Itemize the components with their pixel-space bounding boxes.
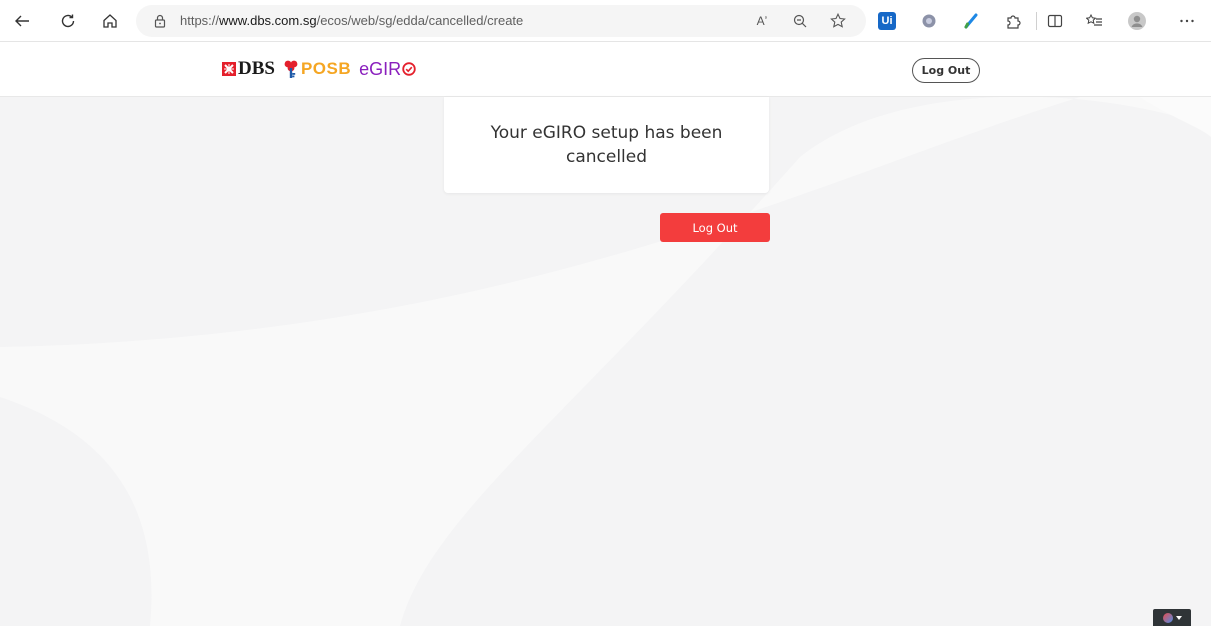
ui-extension-icon[interactable]: Ui: [878, 12, 896, 30]
logout-button[interactable]: Log Out: [660, 213, 770, 242]
home-icon[interactable]: [98, 9, 122, 33]
brand-posb: POSB: [300, 59, 352, 78]
site-header: DBS POSB eGIR Log Out: [0, 42, 1211, 97]
reload-icon[interactable]: [56, 9, 80, 33]
toolbar-divider: [1036, 12, 1037, 30]
url-path: /ecos/web/sg/edda/cancelled/create: [316, 13, 524, 28]
address-bar[interactable]: https://www.dbs.com.sg/ecos/web/sg/edda/…: [136, 5, 866, 37]
brand-dbs: DBS: [238, 58, 275, 79]
header-logout-button[interactable]: Log Out: [912, 58, 980, 83]
globe-icon: [1162, 612, 1173, 623]
puzzle-extension-icon[interactable]: [1002, 10, 1024, 32]
caret-down-icon: [1175, 615, 1182, 620]
url-host: www.dbs.com.sg: [219, 13, 317, 28]
url-prefix: https://: [180, 13, 220, 28]
zoom-icon[interactable]: [790, 11, 810, 31]
me-extension-icon[interactable]: [918, 10, 940, 32]
back-icon[interactable]: [10, 9, 34, 33]
browser-toolbar: https://www.dbs.com.sg/ecos/web/sg/edda/…: [0, 0, 1211, 42]
pen-extension-icon[interactable]: [960, 10, 982, 32]
status-card: Your eGIRO setup has been cancelled: [444, 97, 769, 193]
brand-egiro: eGIR: [359, 58, 402, 79]
collections-icon[interactable]: [1084, 10, 1106, 32]
language-widget[interactable]: [1153, 609, 1191, 626]
profile-icon[interactable]: [1126, 10, 1148, 32]
favorite-star-icon[interactable]: [828, 11, 848, 31]
lock-icon[interactable]: [152, 13, 168, 29]
posb-key-icon: [284, 60, 298, 78]
status-message: Your eGIRO setup has been cancelled: [490, 123, 723, 167]
read-aloud-icon[interactable]: Aʼ: [752, 11, 772, 31]
url-text[interactable]: https://www.dbs.com.sg/ecos/web/sg/edda/…: [180, 13, 523, 28]
split-screen-icon[interactable]: [1044, 10, 1066, 32]
more-icon[interactable]: [1176, 10, 1198, 32]
egiro-check-icon: [402, 62, 416, 76]
brand-logo[interactable]: DBS POSB eGIR: [222, 56, 416, 82]
dbs-logo-icon: [222, 62, 236, 76]
